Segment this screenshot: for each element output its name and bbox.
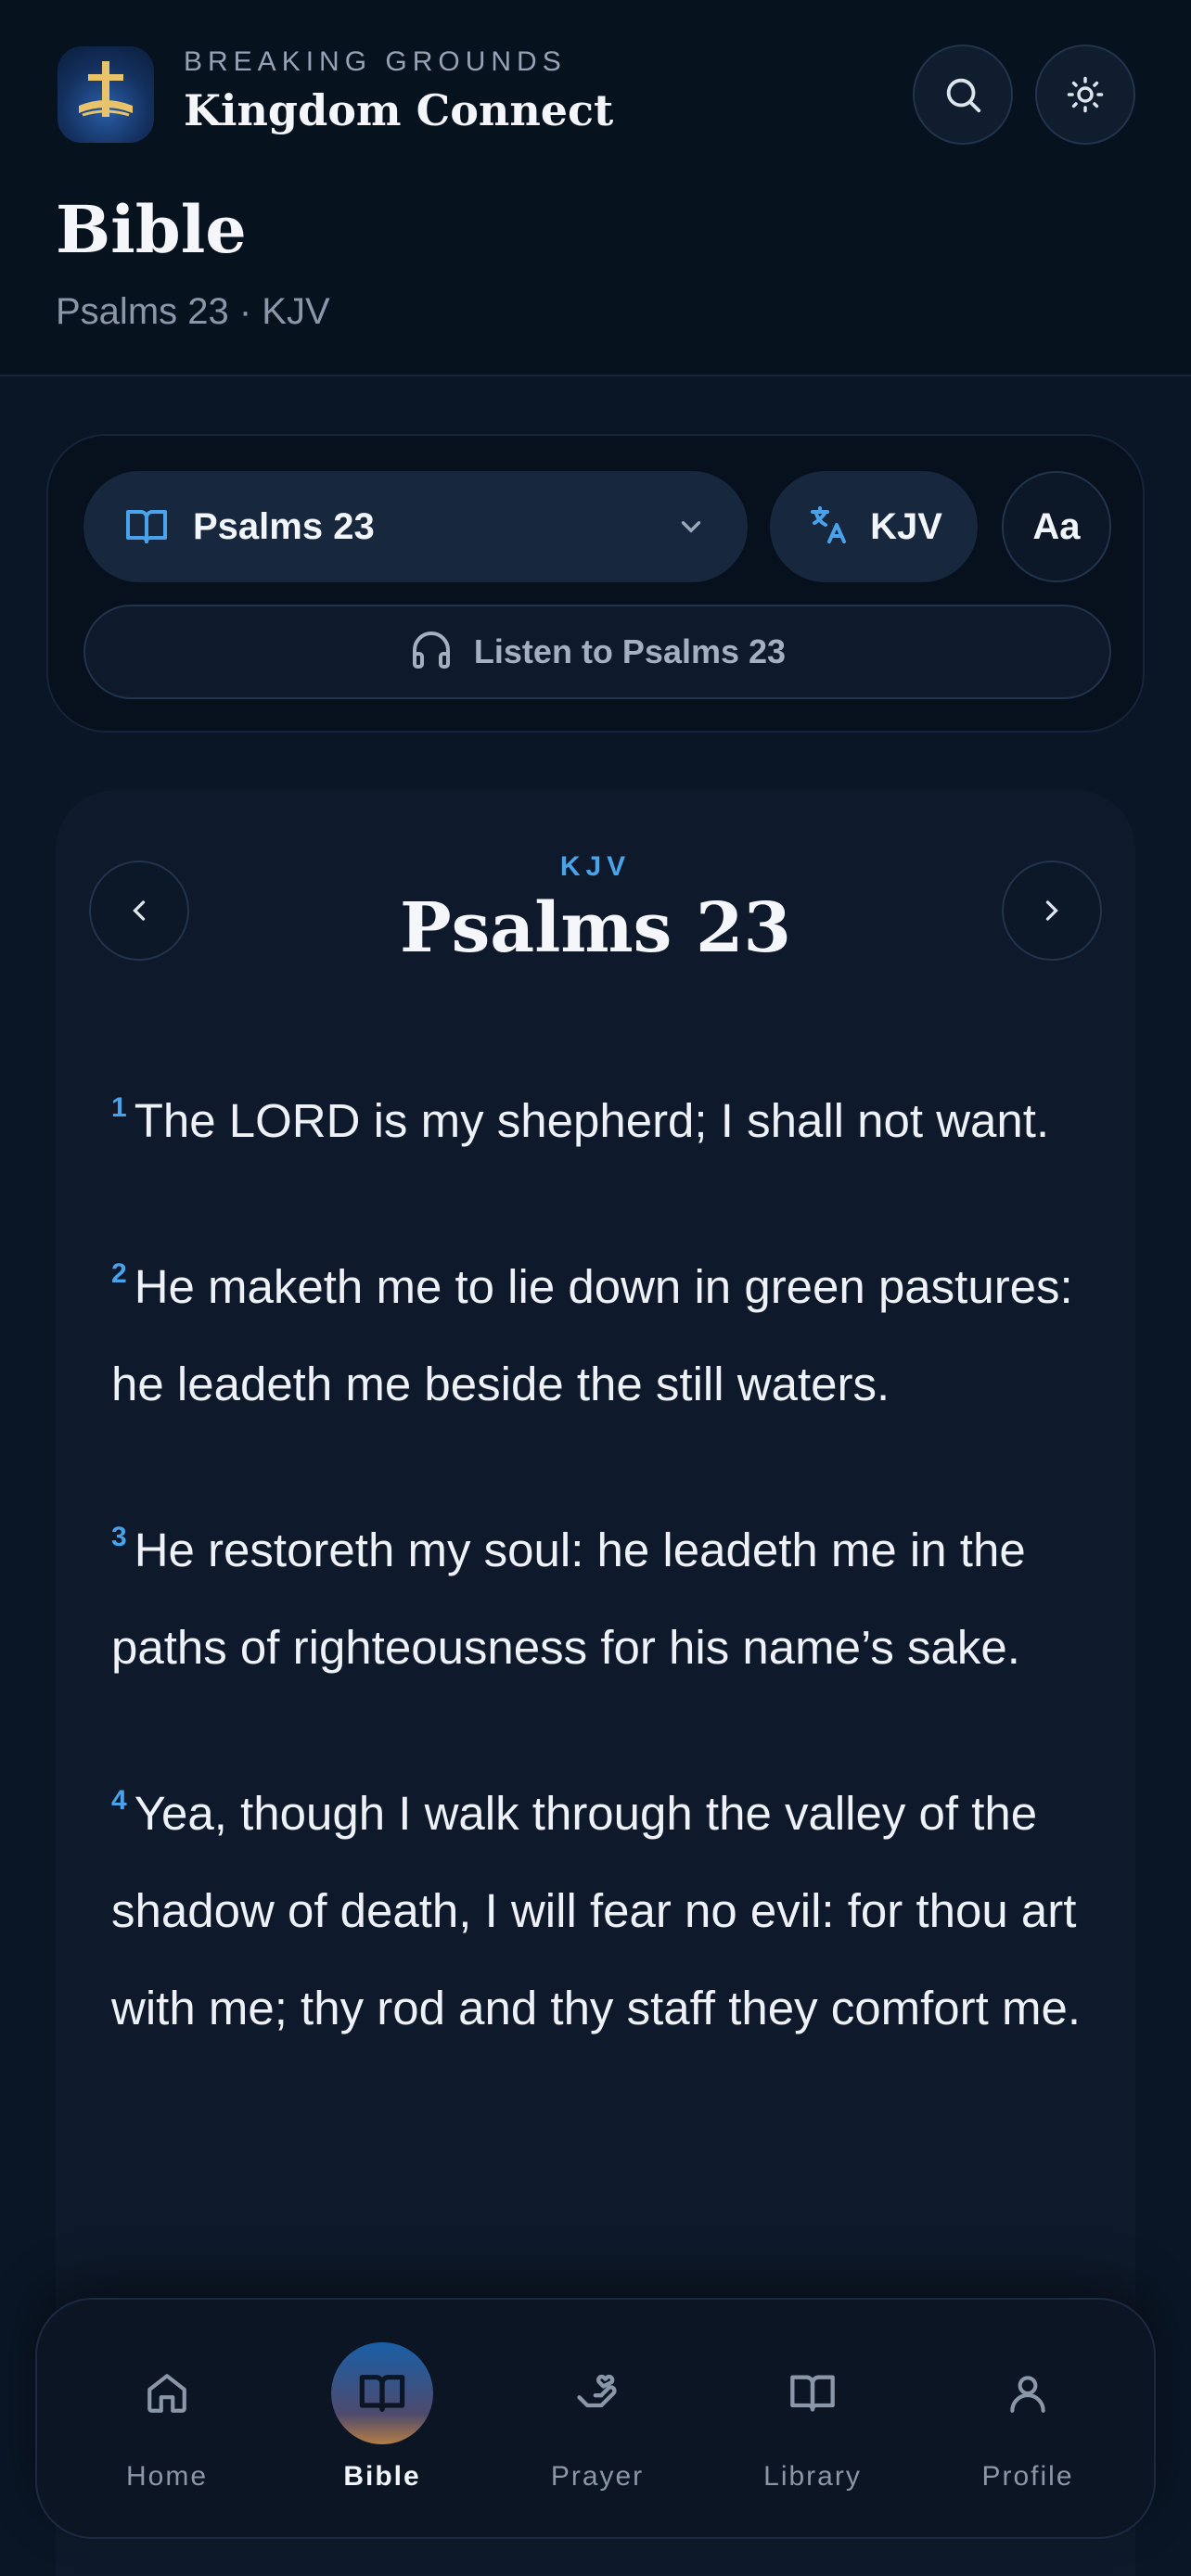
chapter-title: Psalms 23	[399, 888, 792, 968]
nav-label: Bible	[343, 2461, 421, 2492]
version-label: KJV	[870, 505, 942, 547]
verse-text: He maketh me to lie down in green pastur…	[111, 1260, 1073, 1410]
listen-button[interactable]: Listen to Psalms 23	[83, 605, 1111, 699]
verse-number: 4	[111, 1785, 127, 1816]
app-header: BREAKING GROUNDS Kingdom Connect Bible P…	[0, 0, 1191, 376]
search-button[interactable]	[913, 45, 1013, 145]
nav-label: Home	[125, 2461, 209, 2492]
version-select-button[interactable]: KJV	[770, 471, 978, 582]
user-icon	[977, 2342, 1079, 2444]
listen-label: Listen to Psalms 23	[473, 632, 787, 670]
app-logo[interactable]	[58, 46, 154, 143]
verse[interactable]: 2 He maketh me to lie down in green pastu…	[111, 1225, 1085, 1433]
translate-icon	[805, 503, 850, 552]
nav-label: Prayer	[550, 2461, 645, 2492]
nav-label: Profile	[981, 2461, 1074, 2492]
home-icon	[116, 2342, 218, 2444]
verse-text: He restoreth my soul: he leadeth me in t…	[111, 1524, 1026, 1674]
reader-controls: Psalms 23 KJV Aa Listen to Psalms 23	[46, 434, 1145, 733]
theme-toggle-button[interactable]	[1035, 45, 1135, 145]
search-icon	[946, 78, 981, 113]
open-book-icon	[124, 504, 169, 549]
bottom-navigation: Home Bible Prayer Library Profile	[35, 2298, 1156, 2539]
nav-item-bible[interactable]: Bible	[275, 2300, 490, 2541]
reader-version: KJV	[559, 851, 632, 882]
verse-number: 3	[111, 1522, 127, 1552]
verse[interactable]: 3 He restoreth my soul: he leadeth me in …	[111, 1488, 1085, 1696]
book-chapter-select[interactable]: Psalms 23	[83, 471, 748, 582]
brand-title: Kingdom Connect	[184, 85, 614, 135]
page-subtitle: Psalms 23 · KJV	[56, 291, 330, 332]
nav-item-prayer[interactable]: Prayer	[490, 2300, 705, 2541]
hand-heart-icon	[546, 2342, 648, 2444]
verse-number: 2	[111, 1258, 127, 1289]
nav-item-profile[interactable]: Profile	[920, 2300, 1135, 2541]
nav-item-home[interactable]: Home	[59, 2300, 275, 2541]
book-icon	[331, 2342, 433, 2444]
sun-icon	[1067, 76, 1104, 113]
nav-label: Library	[763, 2461, 862, 2492]
nav-item-library[interactable]: Library	[705, 2300, 920, 2541]
verse[interactable]: 4 Yea, though I walk through the valley o…	[111, 1752, 1085, 2057]
page-title: Bible	[56, 191, 247, 268]
font-size-button[interactable]: Aa	[1002, 471, 1111, 582]
library-icon	[762, 2342, 864, 2444]
book-select-label: Psalms 23	[193, 505, 375, 547]
verse[interactable]: 1 The LORD is my shepherd; I shall not wa…	[111, 1059, 1085, 1169]
verse-number: 1	[111, 1092, 127, 1123]
verse-text: Yea, though I walk through the valley of…	[111, 1787, 1082, 2034]
brand-subtitle: BREAKING GROUNDS	[184, 46, 567, 77]
verse-text: The LORD is my shepherd; I shall not wan…	[134, 1094, 1050, 1147]
chevron-down-icon	[675, 511, 707, 542]
verse-list: 1 The LORD is my shepherd; I shall not wa…	[111, 1059, 1085, 2112]
cross-logo-icon	[79, 61, 133, 117]
headphones-icon	[409, 628, 454, 677]
